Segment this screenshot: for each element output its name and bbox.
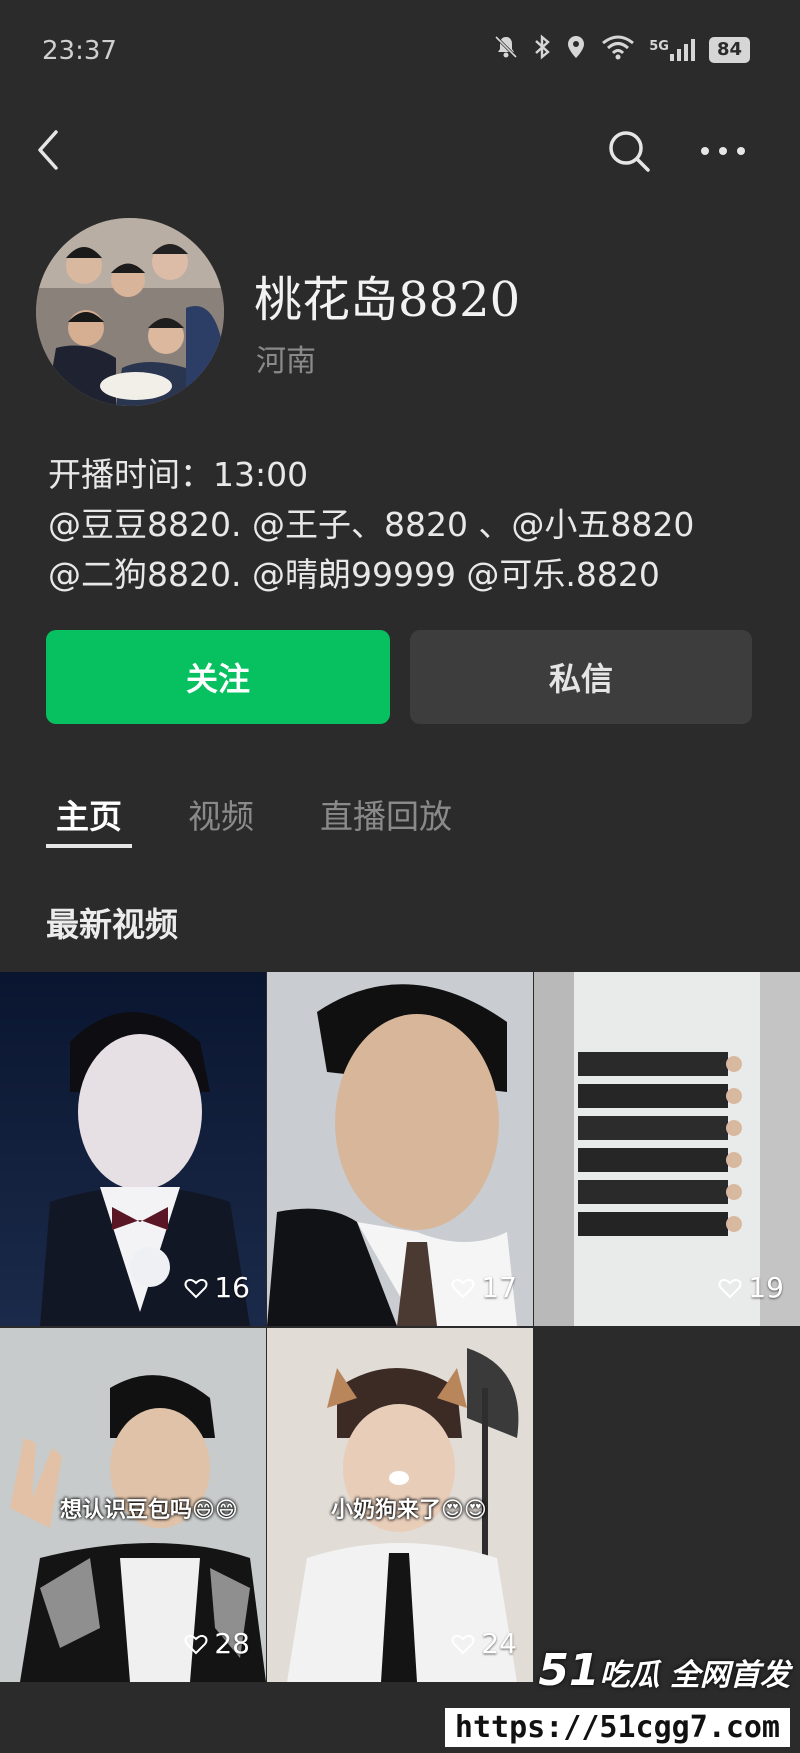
follow-button[interactable]: 关注 bbox=[46, 630, 390, 724]
more-icon[interactable] bbox=[696, 126, 750, 176]
status-time: 23:37 bbox=[42, 36, 117, 66]
likes-count: 16 bbox=[214, 1271, 250, 1304]
video-caption: 想认识豆包吗😄😄 bbox=[60, 1498, 238, 1523]
video-likes: 16 bbox=[184, 1271, 250, 1304]
tab-live-replay[interactable]: 直播回放 bbox=[310, 790, 462, 850]
video-thumbnail[interactable]: 想认识豆包吗😄😄 28 bbox=[0, 1328, 266, 1682]
bio-line[interactable]: @二狗8820. @晴朗99999 @可乐.8820 bbox=[48, 550, 768, 600]
likes-count: 19 bbox=[748, 1271, 784, 1304]
status-bar: 23:37 5G 84 bbox=[0, 0, 800, 100]
network-label: 5G bbox=[649, 39, 669, 54]
video-thumbnail[interactable]: 19 bbox=[534, 972, 800, 1326]
message-button[interactable]: 私信 bbox=[410, 630, 752, 724]
wifi-icon bbox=[601, 34, 635, 66]
watermark-text: 吃瓜 全网首发 bbox=[599, 1658, 790, 1693]
video-likes: 19 bbox=[718, 1271, 784, 1304]
tab-videos[interactable]: 视频 bbox=[178, 790, 264, 850]
bluetooth-icon bbox=[533, 34, 551, 66]
watermark-brand: 51吃瓜 全网首发 bbox=[538, 1645, 790, 1696]
avatar[interactable] bbox=[36, 218, 224, 406]
likes-count: 28 bbox=[214, 1627, 250, 1660]
watermark: 51吃瓜 全网首发 https://51cgg7.com bbox=[444, 1643, 800, 1753]
search-icon[interactable] bbox=[604, 126, 654, 176]
back-icon[interactable] bbox=[30, 128, 70, 172]
heart-icon bbox=[451, 1278, 475, 1298]
profile-bio: 开播时间：13:00 @豆豆8820. @王子、8820 、@小五8820 @二… bbox=[48, 450, 768, 600]
profile-location: 河南 bbox=[256, 344, 316, 379]
top-nav-bar bbox=[0, 110, 800, 190]
tab-home[interactable]: 主页 bbox=[46, 790, 132, 850]
watermark-number: 51 bbox=[538, 1645, 600, 1696]
watermark-url: https://51cgg7.com bbox=[444, 1708, 790, 1747]
profile-tabs: 主页 视频 直播回放 bbox=[46, 790, 508, 850]
video-caption: 小奶狗来了😍😍 bbox=[331, 1498, 487, 1523]
heart-icon bbox=[718, 1278, 742, 1298]
likes-count: 17 bbox=[481, 1271, 517, 1304]
video-thumbnail[interactable]: 17 bbox=[267, 972, 533, 1326]
video-likes: 17 bbox=[451, 1271, 517, 1304]
heart-icon bbox=[184, 1634, 208, 1654]
mute-bell-icon bbox=[493, 34, 519, 66]
status-icons: 5G 84 bbox=[493, 34, 750, 66]
signal-icon: 5G bbox=[649, 38, 695, 62]
location-icon bbox=[565, 34, 587, 66]
profile-header: 桃花岛8820 河南 bbox=[36, 218, 776, 418]
profile-name: 桃花岛8820 bbox=[254, 272, 521, 328]
heart-icon bbox=[451, 1634, 475, 1654]
battery-indicator: 84 bbox=[708, 37, 750, 63]
bio-line[interactable]: @豆豆8820. @王子、8820 、@小五8820 bbox=[48, 500, 768, 550]
heart-icon bbox=[184, 1278, 208, 1298]
video-thumbnail[interactable]: 小奶狗来了😍😍 24 bbox=[267, 1328, 533, 1682]
section-title: 最新视频 bbox=[46, 905, 178, 944]
video-thumbnail[interactable]: 16 bbox=[0, 972, 266, 1326]
video-likes: 28 bbox=[184, 1627, 250, 1660]
bio-line: 开播时间：13:00 bbox=[48, 455, 309, 494]
